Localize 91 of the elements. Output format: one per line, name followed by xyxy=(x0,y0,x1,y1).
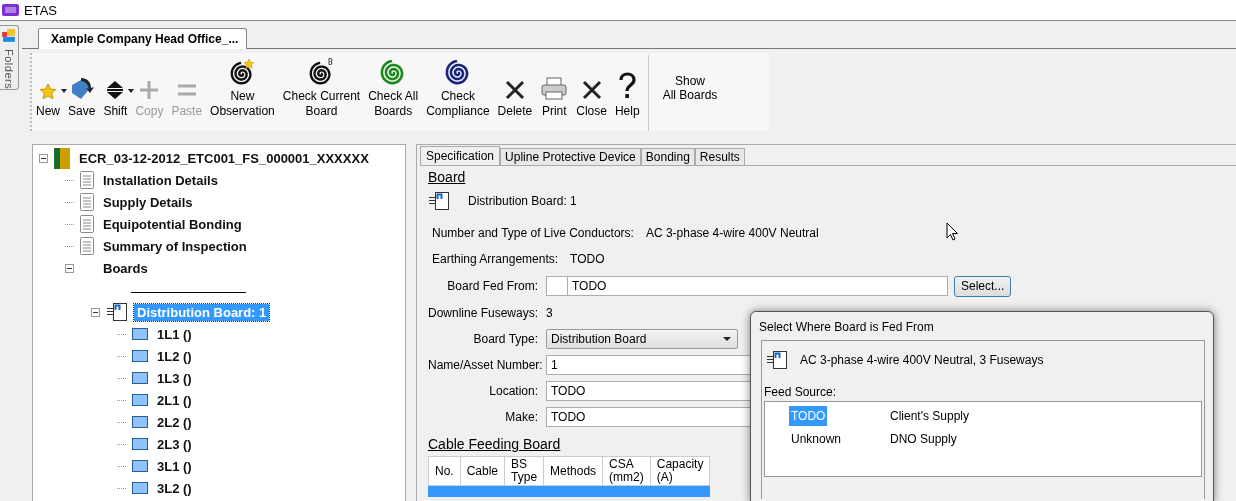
star-icon xyxy=(39,83,57,101)
field-label: Earthing Arrangements: xyxy=(432,252,559,266)
field-value: AC 3-phase 4-wire 400V Neutral xyxy=(645,226,819,240)
column-header: Cable xyxy=(460,456,505,486)
toolbar-button[interactable]: Shift xyxy=(99,53,132,131)
window-title: ETAS xyxy=(24,2,57,18)
column-header: Capacity (A) xyxy=(650,456,710,486)
cross-icon xyxy=(503,79,526,101)
dropdown[interactable]: Distribution Board xyxy=(546,329,738,349)
plus-icon xyxy=(138,79,161,101)
list-item[interactable]: Unknown xyxy=(789,428,844,449)
document-tab[interactable]: Xample Company Head Office_... xyxy=(38,28,248,49)
status-flag-icon xyxy=(54,147,70,169)
input-field[interactable]: TODO xyxy=(546,276,948,296)
folders-icon xyxy=(2,29,16,43)
field-label: Board Type: xyxy=(472,332,539,346)
help-icon xyxy=(616,71,639,101)
folders-side-tab[interactable]: Folders xyxy=(0,25,19,90)
tree-item[interactable]: ECR_03-12-2012_ETC001_FS_000001_XXXXXX xyxy=(76,149,372,167)
close-icon xyxy=(580,79,603,101)
toolbar-button[interactable]: Delete xyxy=(493,53,537,131)
dialog-title: Select Where Board is Fed From xyxy=(759,320,934,334)
toolbar-button[interactable]: Print xyxy=(536,53,573,131)
tree-item[interactable]: 2L3 () xyxy=(154,435,195,453)
section-heading: Cable Feeding Board xyxy=(428,436,561,452)
tab[interactable]: Specification xyxy=(420,146,501,165)
circuit-icon xyxy=(132,482,148,494)
circuit-icon xyxy=(132,416,148,428)
spiral-icon xyxy=(307,58,336,86)
field-label: Number and Type of Live Conductors: xyxy=(432,226,634,240)
field-value: 3 xyxy=(546,306,553,320)
show-all-boards-button[interactable]: Show All Boards xyxy=(656,74,724,102)
board-name: Distribution Board: 1 xyxy=(468,194,577,208)
tree-item[interactable]: Equipotential Bonding xyxy=(100,215,245,233)
mouse-pointer-icon xyxy=(946,222,959,242)
toolbar-button[interactable]: Check Current Board xyxy=(278,53,365,131)
circuit-icon xyxy=(132,460,148,472)
tree-item[interactable]: Installation Details xyxy=(100,171,221,189)
list-label: Feed Source: xyxy=(764,385,838,399)
field-label: Name/Asset Number: xyxy=(428,358,544,372)
board-icon xyxy=(106,301,128,323)
circuit-icon xyxy=(132,350,148,362)
field-label: Board Fed From: xyxy=(446,279,539,293)
tab[interactable]: Results xyxy=(694,148,745,165)
tree-item[interactable]: 3L2 () xyxy=(154,479,195,497)
collapse-icon[interactable] xyxy=(91,307,100,317)
document-icon xyxy=(80,237,94,255)
printer-icon xyxy=(540,77,569,101)
circuit-icon xyxy=(132,438,148,450)
tab[interactable]: Bonding xyxy=(640,148,695,165)
tab[interactable]: Upline Protective Device xyxy=(500,148,641,165)
column-header: Methods xyxy=(543,456,603,486)
circuit-icon xyxy=(132,394,148,406)
board-icon xyxy=(766,349,788,371)
tree-item[interactable]: 3L1 () xyxy=(154,457,195,475)
spiral-icon xyxy=(444,60,471,86)
column-header: No. xyxy=(428,456,461,486)
column-header: CSA (mm2) xyxy=(602,456,651,486)
select-button[interactable]: Select... xyxy=(954,275,1012,297)
tree-item[interactable]: 2L1 () xyxy=(154,391,195,409)
document-icon xyxy=(80,171,94,189)
document-icon xyxy=(80,193,94,211)
tree-item[interactable]: Supply Details xyxy=(100,193,196,211)
spiral-star-icon xyxy=(228,58,257,86)
collapse-icon[interactable] xyxy=(65,263,74,273)
dropdown-arrow-icon xyxy=(723,337,731,341)
toolbar-button[interactable]: Check Compliance xyxy=(422,53,494,131)
tree-item[interactable]: 2L2 () xyxy=(154,413,195,431)
section-heading: Board xyxy=(428,169,466,185)
field-label: Downline Fuseways: xyxy=(428,306,540,320)
column-header: BS Type xyxy=(504,456,544,486)
tree-item[interactable]: 1L3 () xyxy=(154,369,195,387)
tree-item[interactable]: 1L2 () xyxy=(154,347,195,365)
toolbar-button[interactable]: New Observation xyxy=(206,53,279,131)
toolbar-button[interactable]: Check All Boards xyxy=(364,53,423,131)
field-label: Location: xyxy=(488,384,539,398)
tree-item[interactable]: 1L1 () xyxy=(154,325,195,343)
tree-item[interactable]: Summary of Inspection xyxy=(100,237,250,255)
toolbar-button[interactable]: New xyxy=(32,53,64,131)
toolbar-button[interactable]: Close xyxy=(572,53,611,131)
tree-item[interactable]: Boards xyxy=(100,259,151,277)
collapse-icon[interactable] xyxy=(39,153,48,163)
board-icon xyxy=(428,190,450,212)
list-item-description: DNO Supply xyxy=(890,431,957,446)
toolbar-button[interactable]: Save xyxy=(64,53,100,131)
circuit-icon xyxy=(132,328,148,340)
field-value: TODO xyxy=(570,252,605,266)
toolbar-button[interactable]: Help xyxy=(610,53,644,131)
document-icon xyxy=(80,215,94,233)
circuit-icon xyxy=(132,372,148,384)
field-label: Make: xyxy=(504,410,539,424)
